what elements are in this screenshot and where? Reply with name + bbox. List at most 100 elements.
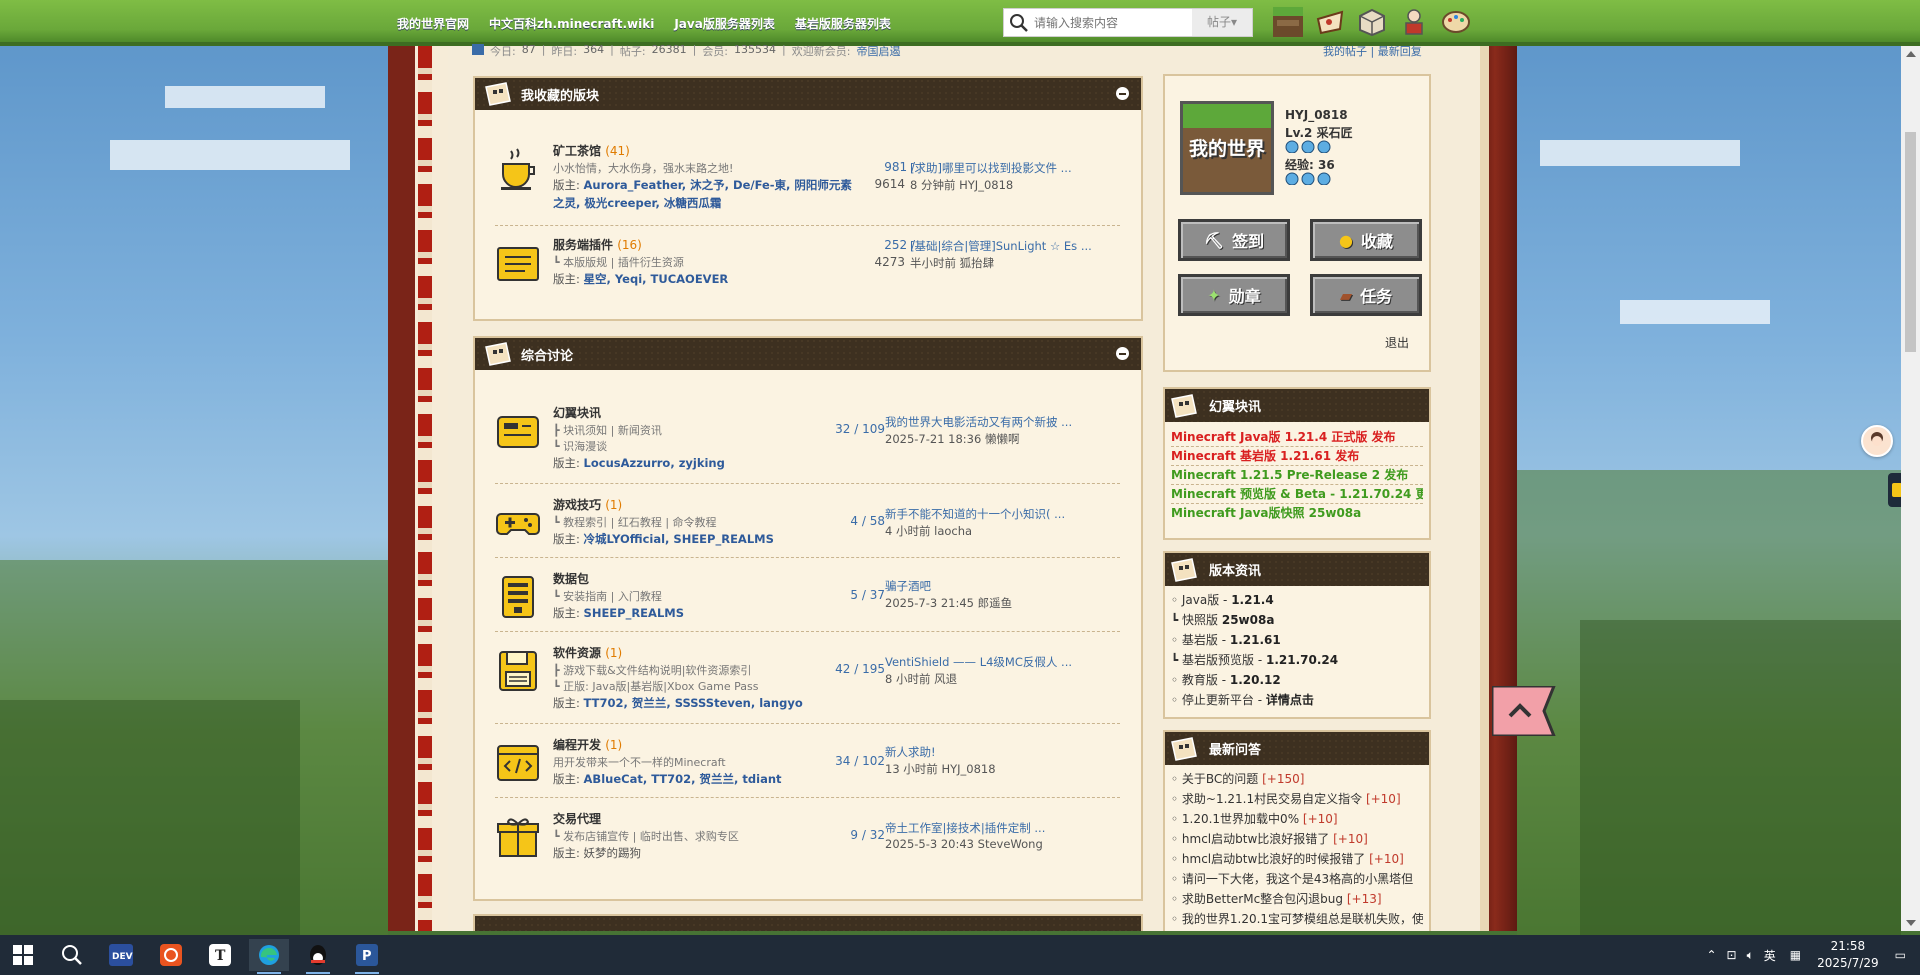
forum-name[interactable]: 游戏技巧 (1) bbox=[553, 496, 622, 513]
forum-row[interactable]: 幻翼块讯 ┣ 块讯须知 | 新闻资讯 ┗ 识海漫谈 版主: LocusAzzur… bbox=[495, 404, 1120, 484]
top-nav-bar: 我的世界官网 中文百科zh.minecraft.wiki Java版服务器列表 … bbox=[0, 0, 1920, 46]
version-item[interactable]: ┗ 基岩版预览版 - 1.21.70.24 bbox=[1171, 650, 1423, 670]
questions-panel: 最新问答 ◦ 关于BC的问题 [+150] ◦ 求助~1.21.1村民交易自定义… bbox=[1163, 730, 1431, 931]
question-item[interactable]: ◦ 求助~1.21.1村民交易自定义指令 [+10] bbox=[1171, 789, 1423, 809]
settings-palette-icon[interactable] bbox=[1440, 6, 1472, 38]
forum-row[interactable]: 编程开发 (1) 用开发带来一个不一样的Minecraft 版主: ABlueC… bbox=[495, 736, 1120, 798]
username[interactable]: HYJ_0818 bbox=[1285, 108, 1348, 122]
news-item[interactable]: Minecraft 基岩版 1.21.61 发布 bbox=[1171, 447, 1423, 466]
messages-icon[interactable] bbox=[1314, 6, 1346, 38]
dev-app-icon[interactable]: DEV bbox=[101, 939, 141, 971]
search-icon[interactable] bbox=[52, 939, 92, 971]
last-post-title[interactable]: 我的世界大电影活动又有两个新披 ... bbox=[885, 414, 1072, 430]
search-icon[interactable] bbox=[1004, 9, 1034, 36]
network-icon[interactable]: ⊡ bbox=[1727, 948, 1737, 962]
scroll-up-icon[interactable] bbox=[1906, 51, 1916, 57]
forum-name[interactable]: 交易代理 bbox=[553, 810, 601, 827]
scrollbar-thumb[interactable] bbox=[1905, 132, 1916, 352]
version-item[interactable]: ◦ 基岩版 - 1.21.61 bbox=[1171, 630, 1423, 650]
forum-stat: 9 / 32 bbox=[850, 828, 885, 842]
new-member-link[interactable]: 帝国启遏 bbox=[856, 43, 900, 59]
question-item[interactable]: ◦ 关于BC的问题 [+150] bbox=[1171, 769, 1423, 789]
latest-replies-link[interactable]: 最新回复 bbox=[1378, 45, 1422, 58]
forum-name[interactable]: 编程开发 (1) bbox=[553, 736, 622, 753]
question-item[interactable]: ◦ 1.20.1世界加载中0% [+10] bbox=[1171, 809, 1423, 829]
medals-button[interactable]: ✦ 勋章 bbox=[1178, 274, 1290, 316]
tasks-button[interactable]: ▰ 任务 bbox=[1310, 274, 1422, 316]
last-post-title[interactable]: [基础|综合|管理]SunLight ☆ Es ... bbox=[910, 238, 1092, 254]
notification-center-icon[interactable]: ▭ bbox=[1895, 948, 1906, 962]
user-avatar-icon[interactable] bbox=[1272, 6, 1304, 38]
inventory-icon[interactable] bbox=[1356, 6, 1388, 38]
news-list: Minecraft Java版 1.21.4 正式版 发布 Minecraft … bbox=[1165, 422, 1429, 528]
my-posts-link[interactable]: 我的帖子 bbox=[1323, 45, 1367, 58]
version-item[interactable]: ◦ Java版 - 1.21.4 bbox=[1171, 590, 1423, 610]
scroll-down-icon[interactable] bbox=[1906, 920, 1916, 926]
last-post-title[interactable]: 骗子酒吧 bbox=[885, 578, 931, 594]
volume-icon[interactable]: 🔈︎ bbox=[1747, 948, 1754, 963]
version-item[interactable]: ┗ 快照版 25w08a bbox=[1171, 610, 1423, 630]
stat-welcome: 欢迎新会员: bbox=[791, 45, 851, 58]
logout-link[interactable]: 退出 bbox=[1385, 334, 1409, 351]
assistant-avatar[interactable] bbox=[1861, 425, 1893, 457]
nav-link-bedrock-servers[interactable]: 基岩版服务器列表 bbox=[795, 15, 891, 32]
news-item[interactable]: Minecraft 1.21.5 Pre-Release 2 发布 bbox=[1171, 466, 1423, 485]
last-post-title[interactable]: 帝土工作室|接技术|插件定制 ... bbox=[885, 820, 1045, 836]
last-post-title[interactable]: VentiShield —— L4级MC反假人 ... bbox=[885, 654, 1072, 670]
version-item[interactable]: ◦ 停止更新平台 - 详情点击 bbox=[1171, 690, 1423, 710]
forum-name[interactable]: 数据包 bbox=[553, 570, 589, 587]
last-post-title[interactable]: 新人求助! bbox=[885, 744, 936, 760]
qq-icon[interactable] bbox=[298, 939, 338, 974]
version-item[interactable]: ◦ 教育版 - 1.20.12 bbox=[1171, 670, 1423, 690]
collapse-toggle-icon[interactable] bbox=[1116, 87, 1129, 100]
question-item[interactable]: ◦ 请问一下大佬，我这个是43格高的小黑塔但 bbox=[1171, 869, 1423, 889]
collapse-toggle-icon[interactable] bbox=[1116, 347, 1129, 360]
forum-name[interactable]: 矿工茶馆 (41) bbox=[553, 142, 630, 159]
forum-name[interactable]: 软件资源 (1) bbox=[553, 644, 622, 661]
question-item[interactable]: ◦ hmcl启动btw比浪好报错了 [+10] bbox=[1171, 829, 1423, 849]
page-scrollbar[interactable] bbox=[1901, 46, 1920, 931]
back-to-top-flag-icon[interactable] bbox=[1490, 684, 1562, 738]
clock-date: 2025/7/29 bbox=[1817, 956, 1879, 970]
versions-panel: 版本资讯 ◦ Java版 - 1.21.4 ┗ 快照版 25w08a ◦ 基岩版… bbox=[1163, 551, 1431, 719]
forum-row[interactable]: 数据包 ┗ 安装指南 | 入门教程 版主: SHEEP_REALMS 5 / 3… bbox=[495, 570, 1120, 632]
forum-row[interactable]: 矿工茶馆 (41) 小水怡情，大水伤身，强水末路之地! 版主: Aurora_F… bbox=[495, 142, 1120, 226]
search-input[interactable] bbox=[1034, 15, 1184, 30]
user-level: Lv.2 采石匠 bbox=[1285, 126, 1353, 140]
typora-icon[interactable]: T bbox=[200, 939, 240, 971]
user-avatar[interactable]: 我的世界 bbox=[1180, 101, 1274, 195]
exp-orbs-icon bbox=[1285, 172, 1331, 185]
windows-start-icon[interactable] bbox=[3, 939, 43, 971]
question-item[interactable]: ◦ hmcl启动btw比浪好的时候报错了 [+10] bbox=[1171, 849, 1423, 869]
forum-row[interactable]: 软件资源 (1) ┣ 游戏下载&文件结构说明|软件资源索引 ┗ 正版: Java… bbox=[495, 644, 1120, 724]
last-post-title[interactable]: [求助]哪里可以找到投影文件 ... bbox=[910, 160, 1072, 176]
search-scope-select[interactable]: 帖子▾ bbox=[1192, 9, 1252, 36]
nav-link-wiki[interactable]: 中文百科zh.minecraft.wiki bbox=[489, 15, 654, 32]
creeper-logo-icon bbox=[1169, 735, 1199, 763]
ubuntu-icon[interactable] bbox=[151, 939, 191, 971]
powerpoint-like-icon[interactable]: P bbox=[347, 939, 387, 974]
notifications-icon[interactable] bbox=[1398, 6, 1430, 38]
ime-indicator[interactable]: 英 bbox=[1764, 947, 1776, 964]
nav-link-java-servers[interactable]: Java版服务器列表 bbox=[674, 15, 774, 32]
system-clock[interactable]: 21:58 2025/7/29 bbox=[1817, 938, 1879, 972]
checkin-button[interactable]: ⛏ 签到 bbox=[1178, 219, 1290, 261]
news-item[interactable]: Minecraft 预览版 & Beta - 1.21.70.24 更 bbox=[1171, 485, 1423, 504]
stat-today-label: 今日: bbox=[490, 45, 516, 58]
news-item[interactable]: Minecraft Java版 1.21.4 正式版 发布 bbox=[1171, 428, 1423, 447]
last-post-title[interactable]: 新手不能不知道的十一个小知识( ... bbox=[885, 506, 1065, 522]
forum-name[interactable]: 幻翼块讯 bbox=[553, 404, 601, 421]
question-item[interactable]: ◦ 求助BetterMc整合包闪退bug [+13] bbox=[1171, 889, 1423, 909]
forum-name[interactable]: 服务端插件 (16) bbox=[553, 236, 642, 253]
forum-row[interactable]: 交易代理 ┗ 发布店铺宣传 | 临时出售、求购专区 版主: 妖梦的踢狗 9 / … bbox=[495, 810, 1120, 874]
keyboard-grid-icon[interactable]: ▦ bbox=[1790, 948, 1801, 962]
favorites-button[interactable]: ● 收藏 bbox=[1310, 219, 1422, 261]
tray-chevron-icon[interactable]: ⌃ bbox=[1706, 948, 1716, 962]
forum-row[interactable]: 游戏技巧 (1) ┗ 教程索引 | 红石教程 | 命令教程 版主: 冷城LYOf… bbox=[495, 496, 1120, 558]
forum-row[interactable]: 服务端插件 (16) ┗ 本版版规 | 插件衍生资源 版主: 星空, Yeqi,… bbox=[495, 236, 1120, 304]
favorites-header: 我收藏的版块 bbox=[475, 78, 1141, 110]
news-item[interactable]: Minecraft Java版快照 25w08a bbox=[1171, 504, 1423, 522]
edge-browser-icon[interactable] bbox=[249, 939, 289, 974]
question-item[interactable]: ◦ 我的世界1.20.1宝可梦模组总是联机失败，使 bbox=[1171, 909, 1423, 929]
nav-link-official[interactable]: 我的世界官网 bbox=[397, 15, 469, 32]
